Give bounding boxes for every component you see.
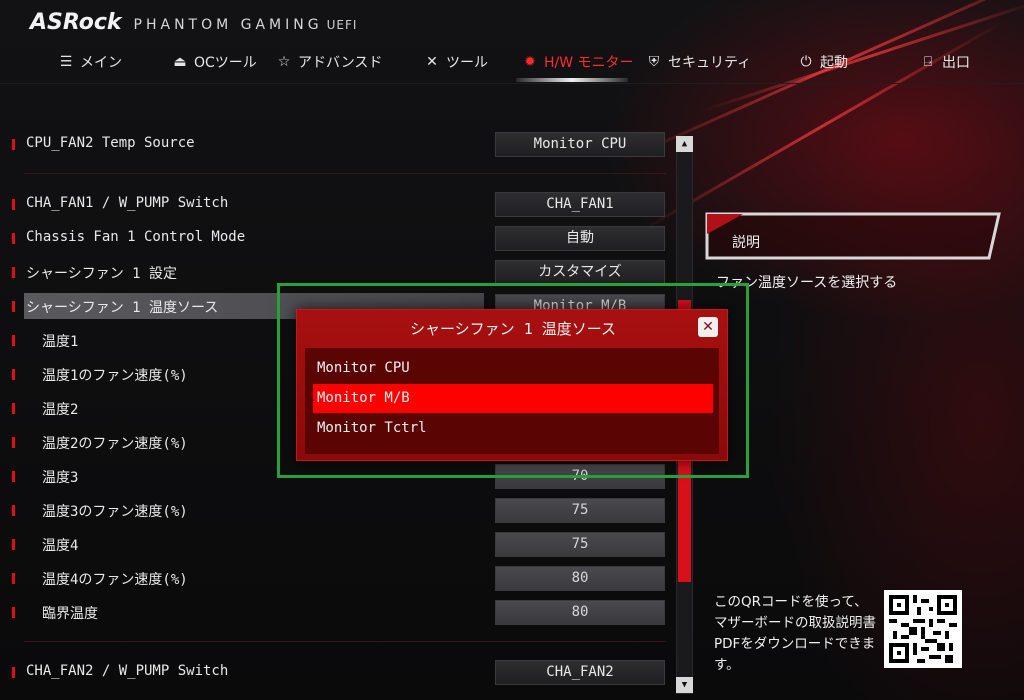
list-icon: ☰: [59, 54, 73, 70]
star-icon: ☆: [277, 54, 291, 70]
close-icon[interactable]: ✕: [698, 317, 718, 337]
row-marker: [12, 199, 15, 210]
row-marker: [12, 437, 15, 448]
setting-label: シャーシファン 1 温度ソース: [26, 300, 219, 316]
logo: ASRock PHANTOM GAMING UEFI: [30, 10, 357, 38]
row-marker: [12, 139, 15, 150]
setting-value[interactable]: Monitor CPU: [495, 132, 665, 157]
tab-label: H/W モニター: [544, 55, 634, 71]
monitor-icon: ✹: [524, 54, 536, 70]
tab-label: 起動: [820, 55, 848, 71]
setting-temp4-speed[interactable]: 温度4のファン速度(%) 80: [8, 564, 668, 592]
tab-label: OCツール: [194, 55, 257, 71]
setting-value[interactable]: 80: [495, 566, 665, 591]
temp-source-popup: シャーシファン 1 温度ソース ✕ Monitor CPU Monitor M/…: [296, 309, 728, 461]
setting-temp3-speed[interactable]: 温度3のファン速度(%) 75: [8, 496, 668, 524]
setting-label: 温度3: [42, 470, 79, 486]
setting-label: 臨界温度: [42, 606, 98, 622]
tab-label: アドバンスド: [298, 55, 383, 71]
setting-value[interactable]: 75: [495, 532, 665, 557]
row-marker: [12, 369, 15, 380]
setting-label: 温度2: [42, 402, 79, 418]
setting-label: 温度4: [42, 538, 79, 554]
row-marker: [12, 301, 15, 312]
exit-icon: ⍈: [923, 54, 933, 70]
option-monitor-mb[interactable]: Monitor M/B: [313, 384, 713, 413]
row-marker: [12, 573, 15, 584]
setting-value[interactable]: 80: [495, 600, 665, 625]
setting-label: CHA_FAN2 / W_PUMP Switch: [26, 663, 229, 679]
tab-label: 出口: [942, 55, 970, 71]
setting-value[interactable]: 自動: [495, 226, 665, 251]
active-tab-indicator: [516, 78, 628, 82]
scroll-down-button[interactable]: ▼: [676, 677, 693, 693]
setting-label: 温度3のファン速度(%): [42, 504, 188, 520]
tab-label: セキュリティ: [668, 55, 752, 71]
setting-chassis-fan1-setting[interactable]: シャーシファン 1 設定 カスタマイズ: [8, 258, 668, 286]
option-monitor-cpu[interactable]: Monitor CPU: [313, 354, 713, 383]
setting-temp4[interactable]: 温度4 75: [8, 530, 668, 558]
qr-code-icon: [884, 590, 962, 668]
setting-cha-fan2-switch[interactable]: CHA_FAN2 / W_PUMP Switch CHA_FAN2: [8, 658, 668, 686]
setting-label: 温度1: [42, 334, 79, 350]
section-divider: [24, 173, 666, 174]
tab-hw-monitor[interactable]: ✹ H/W モニター: [522, 50, 634, 74]
qr-instructions: このQRコードを使って、マザーボードの取扱説明書PDFをダウンロードできます。: [714, 594, 876, 673]
setting-label: CHA_FAN1 / W_PUMP Switch: [26, 195, 229, 211]
tab-label: メイン: [80, 55, 122, 71]
setting-value[interactable]: カスタマイズ: [495, 260, 665, 285]
shield-icon: ⛨: [648, 54, 660, 70]
setting-label: Chassis Fan 1 Control Mode: [26, 229, 246, 245]
popup-title: シャーシファン 1 温度ソース: [409, 320, 617, 338]
row-marker: [12, 667, 15, 678]
row-marker: [12, 471, 15, 482]
row-marker: [12, 403, 15, 414]
main-nav: ☰ メイン ⏏ OCツール ☆ アドバンスド ✕ ツール ✹ H/W モニター …: [0, 40, 1024, 84]
scroll-up-button[interactable]: ▲: [676, 136, 693, 152]
setting-cpu-fan2-temp-source[interactable]: CPU_FAN2 Temp Source Monitor CPU: [8, 130, 668, 158]
option-monitor-tctrl[interactable]: Monitor Tctrl: [313, 414, 713, 443]
row-marker: [12, 505, 15, 516]
row-marker: [12, 233, 15, 244]
section-divider: [24, 641, 666, 642]
setting-label: 温度4のファン速度(%): [42, 572, 188, 588]
product-suffix: UEFI: [326, 18, 358, 32]
setting-chassis-fan1-mode[interactable]: Chassis Fan 1 Control Mode 自動: [8, 224, 668, 252]
row-marker: [12, 335, 15, 346]
setting-cha-fan1-switch[interactable]: CHA_FAN1 / W_PUMP Switch CHA_FAN1: [8, 190, 668, 218]
tab-advanced[interactable]: ☆ アドバンスド: [276, 50, 383, 74]
tab-exit[interactable]: ⍈ 出口: [920, 50, 970, 74]
power-icon: ⏻: [800, 54, 812, 70]
tab-main[interactable]: ☰ メイン: [58, 50, 122, 74]
popup-option-list: Monitor CPU Monitor M/B Monitor Tctrl: [305, 348, 719, 454]
setting-label: CPU_FAN2 Temp Source: [26, 135, 195, 151]
row-marker: [12, 607, 15, 618]
tab-tools[interactable]: ✕ ツール: [424, 50, 488, 74]
setting-value[interactable]: CHA_FAN2: [495, 660, 665, 685]
description-title: 説明: [732, 235, 760, 251]
setting-critical-temp[interactable]: 臨界温度 80: [8, 598, 668, 626]
setting-value[interactable]: 75: [495, 498, 665, 523]
tools-icon: ✕: [426, 54, 438, 70]
setting-value[interactable]: CHA_FAN1: [495, 192, 665, 217]
row-marker: [12, 539, 15, 550]
setting-label: 温度1のファン速度(%): [42, 368, 188, 384]
rocket-icon: ⏏: [173, 54, 187, 70]
brand-name: ASRock: [30, 10, 122, 35]
tab-oc-tools[interactable]: ⏏ OCツール: [172, 50, 257, 74]
product-name: PHANTOM GAMING: [133, 17, 323, 33]
setting-label: 温度2のファン速度(%): [42, 436, 188, 452]
tab-security[interactable]: ⛨ セキュリティ: [646, 50, 751, 74]
tab-label: ツール: [446, 55, 488, 71]
row-marker: [12, 267, 15, 278]
setting-label: シャーシファン 1 設定: [26, 266, 178, 282]
tab-boot[interactable]: ⏻ 起動: [798, 50, 848, 74]
